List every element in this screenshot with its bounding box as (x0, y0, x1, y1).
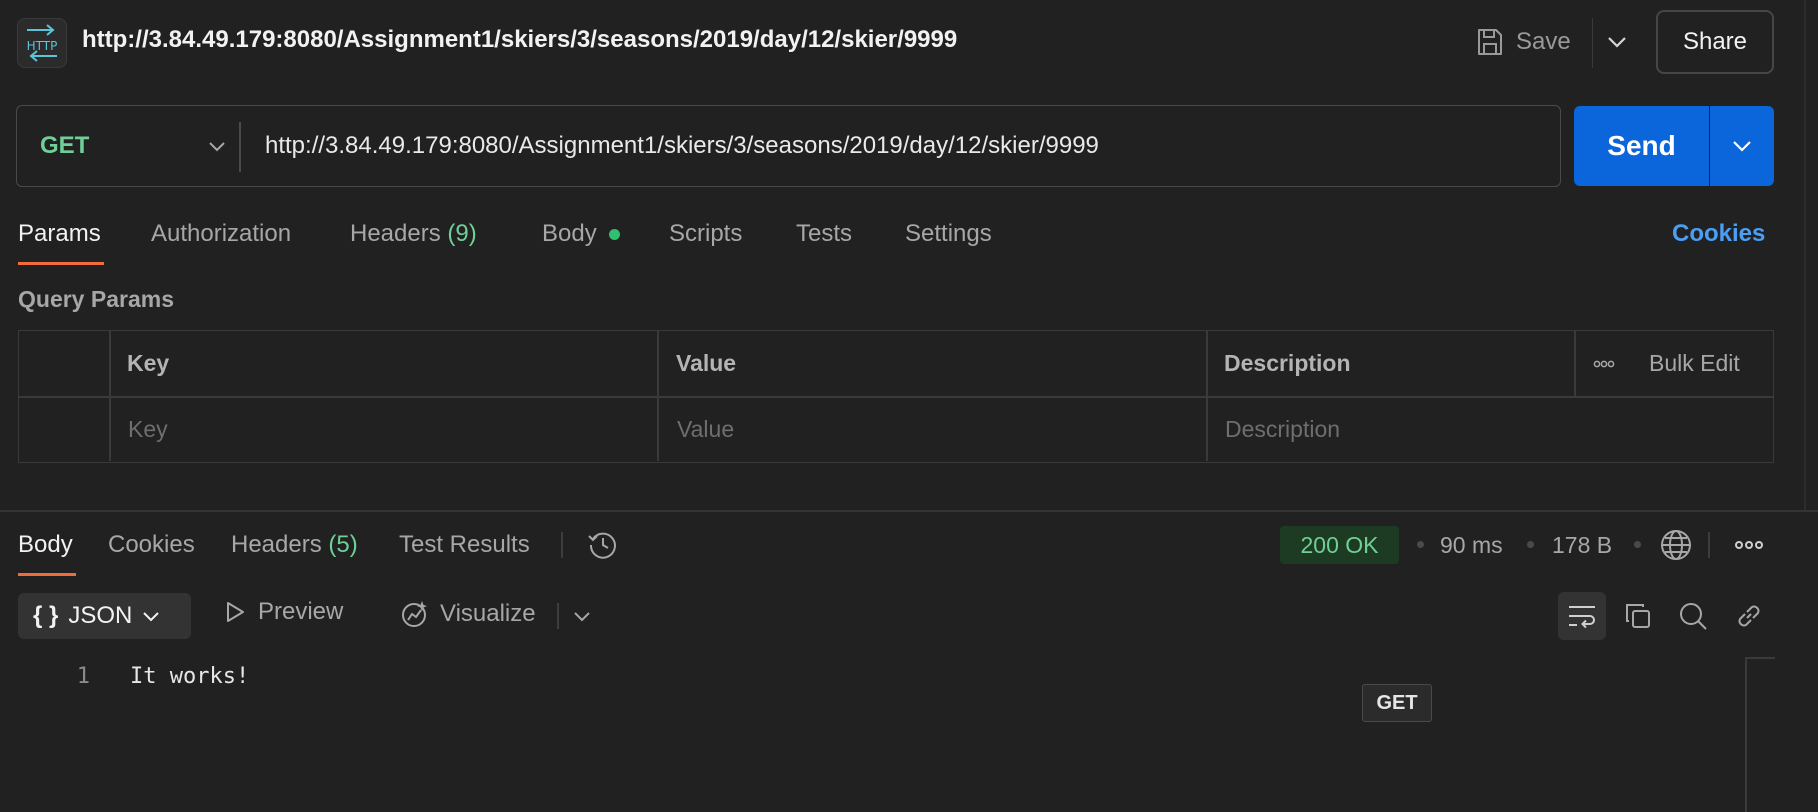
divider (1592, 18, 1593, 68)
search-icon[interactable] (1673, 596, 1713, 636)
more-icon[interactable] (1593, 331, 1615, 396)
wrap-icon[interactable] (1558, 592, 1606, 640)
visualize-options-button[interactable] (566, 602, 598, 630)
tab-settings[interactable]: Settings (905, 220, 992, 248)
separator-dot (1527, 541, 1534, 548)
body-indicator-dot (609, 229, 621, 241)
send-options-button[interactable] (1710, 106, 1774, 186)
column-header-value: Value (676, 350, 737, 376)
chevron-down-icon (1733, 141, 1751, 152)
link-icon[interactable] (1729, 596, 1769, 636)
tab-headers[interactable]: Headers (9) (350, 220, 477, 248)
response-tab-headers[interactable]: Headers (5) (231, 531, 358, 559)
response-time[interactable]: 90 ms (1440, 532, 1503, 559)
divider (239, 122, 241, 172)
divider (1708, 532, 1710, 558)
chevron-down-icon (143, 611, 160, 621)
chevron-down-icon (209, 141, 225, 151)
url-input[interactable]: http://3.84.49.179:8080/Assignment1/skie… (265, 106, 1099, 186)
editor-scrollbar[interactable] (1745, 657, 1747, 812)
response-tab-body[interactable]: Body (18, 531, 73, 559)
tab-params[interactable]: Params (18, 220, 101, 248)
save-icon (1476, 27, 1504, 57)
copy-icon[interactable] (1618, 596, 1658, 636)
status-badge[interactable]: 200 OK (1280, 526, 1399, 564)
value-input[interactable]: Value (677, 397, 734, 461)
more-icon[interactable] (1731, 531, 1767, 559)
chevron-down-icon (574, 611, 590, 621)
visualize-icon (402, 601, 427, 627)
method-select[interactable]: GET (40, 106, 250, 186)
url-bar: GET http://3.84.49.179:8080/Assignment1/… (16, 105, 1561, 187)
column-header-description: Description (1224, 350, 1351, 376)
tab-headers-label: Headers (350, 220, 441, 247)
separator-dot (1634, 541, 1641, 548)
tab-tests[interactable]: Tests (796, 220, 852, 248)
column-header-key: Key (127, 350, 170, 376)
save-options-button[interactable] (1601, 26, 1633, 58)
method-label: GET (40, 132, 90, 159)
divider (561, 532, 563, 558)
save-button[interactable]: Save (1476, 22, 1571, 62)
save-label: Save (1516, 28, 1571, 55)
request-title[interactable]: http://3.84.49.179:8080/Assignment1/skie… (82, 26, 957, 54)
active-tab-indicator (18, 262, 104, 265)
active-response-tab-indicator (18, 573, 76, 576)
share-button[interactable]: Share (1656, 10, 1774, 74)
history-icon[interactable] (586, 528, 620, 562)
bulk-edit-button[interactable]: Bulk Edit (1649, 331, 1740, 396)
response-body-line[interactable]: It works! (130, 664, 249, 689)
play-icon (227, 602, 244, 622)
params-table: Key Value Description Bulk Edit Key Valu… (18, 330, 1774, 463)
visualize-button[interactable]: Visualize (398, 598, 536, 630)
pane-resize-handle[interactable] (0, 510, 1818, 512)
description-input[interactable]: Description (1225, 397, 1340, 461)
tab-body-label: Body (542, 220, 597, 247)
query-params-label: Query Params (18, 286, 174, 312)
tab-authorization[interactable]: Authorization (151, 220, 291, 248)
tooltip: GET (1362, 684, 1432, 722)
preview-label: Preview (258, 598, 344, 625)
chevron-down-icon (1608, 37, 1626, 48)
format-label: JSON (68, 602, 133, 629)
preview-button[interactable]: Preview (224, 598, 343, 626)
headers-count: (9) (447, 220, 477, 247)
globe-icon[interactable] (1659, 528, 1693, 562)
response-tab-test-results[interactable]: Test Results (399, 531, 530, 559)
http-icon: HTTP (17, 18, 67, 68)
separator-dot (1417, 541, 1424, 548)
divider (1745, 657, 1775, 659)
key-input[interactable]: Key (128, 397, 168, 461)
format-select[interactable]: { } JSON (18, 593, 191, 639)
divider (557, 603, 559, 629)
line-number: 1 (76, 664, 90, 689)
divider (1804, 0, 1806, 510)
response-size[interactable]: 178 B (1552, 532, 1612, 559)
svg-text:HTTP: HTTP (27, 39, 58, 53)
braces-icon: { } (33, 602, 59, 629)
response-headers-label: Headers (231, 531, 322, 558)
cookies-link[interactable]: Cookies (1672, 220, 1765, 248)
send-button[interactable]: Send (1574, 106, 1709, 186)
response-tab-cookies[interactable]: Cookies (108, 531, 195, 559)
tab-scripts[interactable]: Scripts (669, 220, 742, 248)
tab-body[interactable]: Body (542, 220, 621, 248)
response-headers-count: (5) (328, 531, 358, 558)
visualize-label: Visualize (440, 600, 536, 627)
